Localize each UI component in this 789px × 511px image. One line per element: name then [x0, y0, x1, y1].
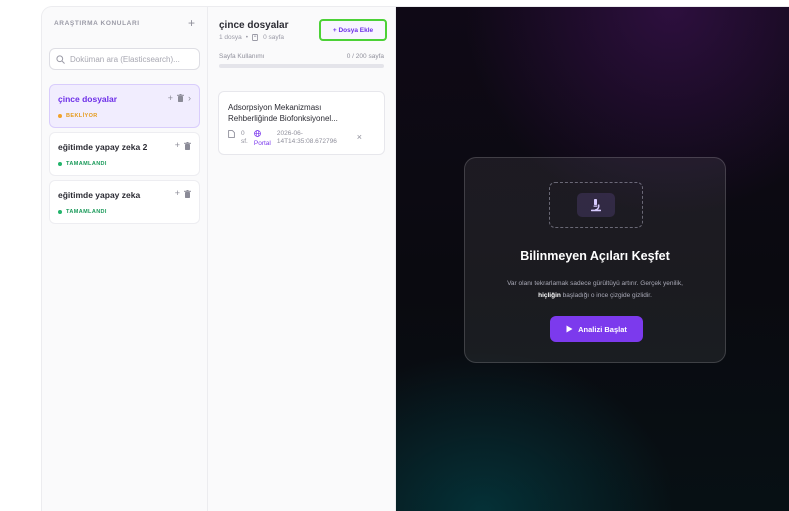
add-topic-button[interactable]: + — [188, 17, 195, 29]
file-source-label: Portal — [253, 140, 271, 147]
file-pages-number: 0 — [241, 130, 245, 137]
sidebar-title: ARAŞTIRMA KONULARI — [54, 19, 140, 27]
plus-icon[interactable]: + — [168, 93, 173, 103]
file-date: 2026-06- 14T14:35:08.672796 — [277, 130, 337, 146]
plus-icon[interactable]: + — [175, 189, 180, 198]
sidebar-header: ARAŞTIRMA KONULARI + — [42, 7, 207, 39]
files-header: çince dosyalar 1 dosya • 0 sayfa + Dosya… — [208, 7, 395, 41]
files-panel: çince dosyalar 1 dosya • 0 sayfa + Dosya… — [208, 7, 396, 511]
empty-state-panel: Bilinmeyen Açıları Keşfet Var olanı tekr… — [464, 157, 726, 363]
description-bold: hiçliğin — [538, 292, 561, 299]
file-meta: 0 sf. Portal 2026-06- 14T14:35:08.672796 — [228, 130, 375, 148]
plus-icon: + — [187, 16, 195, 30]
file-pages-unit: sf. — [241, 138, 248, 145]
trash-icon[interactable] — [177, 94, 184, 102]
topic-actions: + › — [168, 93, 191, 103]
status-dot — [58, 162, 62, 166]
topic-actions: + — [175, 141, 191, 150]
close-icon[interactable]: × — [357, 132, 362, 142]
file-title: Adsorpsiyon Mekanizması Rehberliğinde Bi… — [228, 103, 338, 123]
topic-item-cince-dosyalar[interactable]: çince dosyalar BEKLİYOR + › — [49, 84, 200, 128]
play-icon — [566, 325, 573, 333]
microscope-icon — [591, 199, 601, 212]
app-window: ARAŞTIRMA KONULARI + çince dosyalar BEKL… — [42, 7, 789, 511]
book-icon — [252, 34, 259, 41]
page-usage: Sayfa Kullanımı 0 / 200 sayfa — [219, 53, 384, 60]
usage-label: Sayfa Kullanımı — [219, 53, 265, 60]
file-date-line2: 14T14:35:08.672796 — [276, 138, 337, 145]
analysis-area: Bilinmeyen Açıları Keşfet Var olanı tekr… — [396, 7, 789, 511]
page-count: 0 sayfa — [263, 34, 285, 41]
start-analysis-label: Analizi Başlat — [578, 324, 627, 334]
topic-item-egitimde-yapay-zeka-2[interactable]: eğitimde yapay zeka 2 TAMAMLANDI + — [49, 132, 200, 176]
topic-list: çince dosyalar BEKLİYOR + › eğitimde yap… — [42, 84, 207, 224]
globe-icon — [254, 130, 261, 137]
file-date-line1: 2026-06- — [276, 130, 303, 137]
empty-state-title: Bilinmeyen Açıları Keşfet — [520, 249, 670, 263]
dropzone-box — [549, 182, 643, 228]
status-text: TAMAMLANDI — [66, 161, 107, 167]
status-text: BEKLİYOR — [66, 113, 98, 119]
file-card[interactable]: Adsorpsiyon Mekanizması Rehberliğinde Bi… — [218, 91, 385, 155]
chevron-right-icon[interactable]: › — [188, 93, 191, 103]
usage-value: 0 / 200 sayfa — [346, 53, 384, 60]
status-badge: BEKLİYOR — [58, 113, 191, 119]
status-dot — [58, 114, 62, 118]
file-source: Portal — [254, 130, 271, 148]
hero-icon-tile — [577, 193, 615, 217]
usage-progress-bar — [219, 64, 384, 68]
topic-name: eğitimde yapay zeka 2 — [58, 142, 148, 152]
status-text: TAMAMLANDI — [66, 209, 107, 215]
status-badge: TAMAMLANDI — [58, 161, 191, 167]
status-dot — [58, 210, 62, 214]
search-input[interactable] — [70, 54, 190, 64]
description-text-end: başladığı o ince çizgide gizlidir. — [562, 292, 652, 299]
search-box[interactable] — [49, 48, 200, 70]
sidebar: ARAŞTIRMA KONULARI + çince dosyalar BEKL… — [42, 7, 208, 511]
topic-actions: + — [175, 189, 191, 198]
start-analysis-button[interactable]: Analizi Başlat — [550, 316, 643, 342]
empty-state-description: Var olanı tekrarlamak sadece gürültüyü a… — [495, 278, 695, 302]
search-icon — [56, 54, 65, 64]
separator-dot: • — [245, 34, 249, 41]
topic-item-egitimde-yapay-zeka[interactable]: eğitimde yapay zeka TAMAMLANDI + — [49, 180, 200, 224]
document-icon — [228, 130, 235, 138]
status-badge: TAMAMLANDI — [58, 209, 191, 215]
file-pages: 0 sf. — [241, 130, 248, 146]
trash-icon[interactable] — [184, 141, 191, 150]
file-count: 1 dosya — [219, 34, 242, 41]
add-file-button[interactable]: + Dosya Ekle — [319, 19, 387, 41]
plus-icon[interactable]: + — [175, 141, 180, 150]
trash-icon[interactable] — [184, 189, 191, 198]
description-text: Var olanı tekrarlamak sadece gürültüyü a… — [507, 280, 683, 287]
topic-name: eğitimde yapay zeka — [58, 190, 141, 200]
